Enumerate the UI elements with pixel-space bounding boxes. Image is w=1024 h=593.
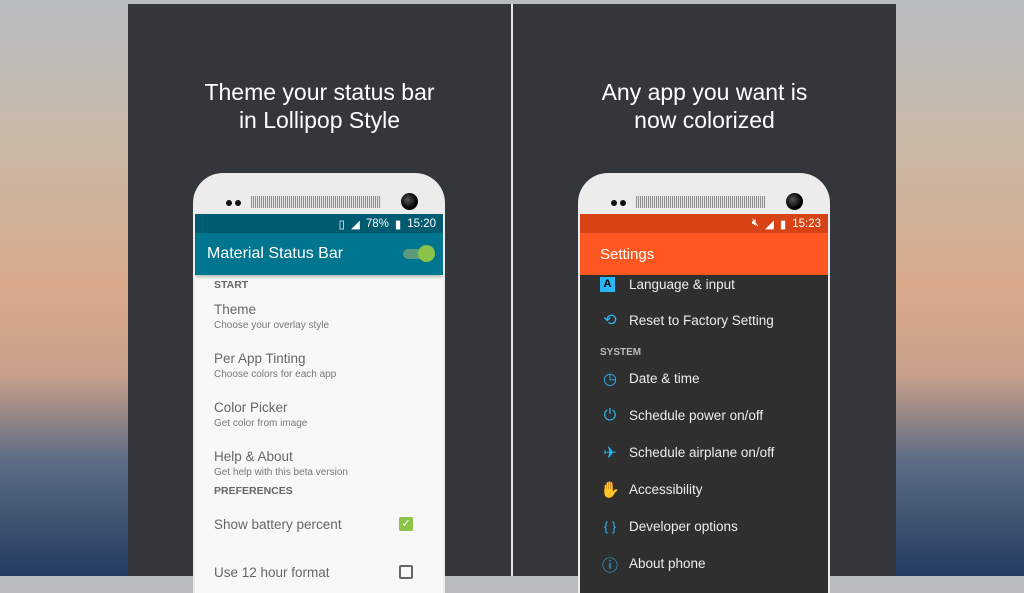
headline-line: now colorized bbox=[634, 107, 775, 133]
pref-label: Use 12 hour format bbox=[214, 564, 330, 580]
item-label: Developer options bbox=[629, 519, 738, 534]
section-header: SYSTEM bbox=[600, 347, 642, 358]
power-schedule-icon: ⏻ bbox=[603, 406, 617, 424]
hand-icon: ✋ bbox=[600, 481, 620, 499]
settings-item-language[interactable]: A Language & input bbox=[580, 273, 828, 295]
item-label: Reset to Factory Setting bbox=[629, 312, 774, 328]
speaker-grille bbox=[251, 196, 381, 208]
item-label: About phone bbox=[629, 556, 706, 571]
status-bar: 🔇︎ ◢ ▮ 15:23 bbox=[580, 214, 828, 233]
vibrate-icon: ▯ bbox=[338, 218, 345, 231]
speaker-grille bbox=[636, 196, 766, 208]
item-title: Help & About bbox=[214, 449, 293, 464]
sensor-dots bbox=[611, 200, 626, 206]
checkbox-checked[interactable]: ✓ bbox=[399, 517, 413, 531]
signal-icon: ◢ bbox=[350, 218, 360, 231]
item-title: Per App Tinting bbox=[214, 351, 306, 366]
master-toggle[interactable] bbox=[403, 245, 435, 262]
section-header: PREFERENCES bbox=[214, 485, 293, 497]
language-icon: A bbox=[600, 276, 615, 292]
section-header: START bbox=[214, 279, 249, 291]
item-title: Theme bbox=[214, 302, 257, 317]
reset-icon: ⟲ bbox=[603, 312, 617, 329]
checkbox-unchecked[interactable] bbox=[399, 565, 413, 579]
camera-icon bbox=[786, 193, 803, 210]
battery-icon: ▮ bbox=[779, 218, 787, 231]
signal-icon: ◢ bbox=[765, 218, 774, 231]
item-label: Schedule power on/off bbox=[629, 408, 764, 423]
battery-icon: ▮ bbox=[394, 218, 402, 231]
sensor-dots bbox=[226, 200, 241, 206]
settings-item-about[interactable]: ⓘ About phone bbox=[580, 545, 828, 582]
settings-item-power[interactable]: ⏻ Schedule power on/off bbox=[580, 397, 828, 434]
left-headline: Theme your status bar in Lollipop Style bbox=[128, 78, 511, 134]
app-title: Settings bbox=[600, 245, 655, 263]
phone-mockup: ▯ ◢ 78% ▮ 15:20 Material Status Bar STAR… bbox=[193, 173, 445, 593]
camera-icon bbox=[401, 193, 418, 210]
mute-icon: 🔇︎ bbox=[751, 217, 760, 229]
phone-mockup: 🔇︎ ◢ ▮ 15:23 Settings A Language & input … bbox=[578, 173, 830, 593]
item-subtitle: Choose your overlay style bbox=[214, 320, 330, 331]
item-subtitle: Choose colors for each app bbox=[214, 369, 337, 380]
pref-show-battery[interactable]: Show battery percent ✓ bbox=[195, 500, 443, 548]
app-toolbar: Settings bbox=[580, 233, 828, 275]
settings-item-date[interactable]: ◷ Date & time bbox=[580, 360, 828, 397]
settings-item-developer[interactable]: { } Developer options bbox=[580, 508, 828, 545]
airplane-icon: ✈ bbox=[603, 444, 617, 462]
item-label: Accessibility bbox=[629, 482, 703, 497]
status-time: 15:20 bbox=[407, 217, 436, 230]
list-item[interactable]: Theme Choose your overlay style bbox=[195, 294, 443, 343]
headline-line: in Lollipop Style bbox=[238, 107, 401, 133]
pref-label: Show battery percent bbox=[214, 516, 342, 532]
left-promo-panel: Theme your status bar in Lollipop Style ▯… bbox=[128, 4, 511, 593]
status-time: 15:23 bbox=[792, 217, 821, 230]
status-bar: ▯ ◢ 78% ▮ 15:20 bbox=[195, 214, 443, 233]
app-toolbar: Material Status Bar bbox=[195, 233, 443, 275]
item-label: Date & time bbox=[629, 371, 700, 386]
info-icon: ⓘ bbox=[601, 557, 618, 575]
app-title: Material Status Bar bbox=[207, 245, 344, 262]
item-subtitle: Get help with this beta version bbox=[214, 467, 348, 478]
phone-screen: ▯ ◢ 78% ▮ 15:20 Material Status Bar STAR… bbox=[195, 214, 443, 593]
item-label: Schedule airplane on/off bbox=[629, 445, 775, 460]
settings-item-airplane[interactable]: ✈ Schedule airplane on/off bbox=[580, 434, 828, 471]
item-title: Color Picker bbox=[214, 400, 288, 415]
braces-icon: { } bbox=[603, 519, 617, 534]
settings-item-reset[interactable]: ⟲ Reset to Factory Setting bbox=[580, 295, 828, 345]
headline-line: Theme your status bar bbox=[204, 79, 435, 105]
list-item[interactable]: Per App Tinting Choose colors for each ap… bbox=[195, 343, 443, 392]
right-headline: Any app you want is now colorized bbox=[513, 78, 896, 134]
settings-item-accessibility[interactable]: ✋ Accessibility bbox=[580, 471, 828, 508]
item-label: Language & input bbox=[629, 276, 735, 292]
list-item[interactable]: Help & About Get help with this beta vers… bbox=[195, 441, 443, 482]
item-subtitle: Get color from image bbox=[214, 418, 308, 429]
clock-icon: ◷ bbox=[603, 370, 617, 388]
battery-percent: 78% bbox=[365, 217, 389, 230]
pref-12-hour[interactable]: Use 12 hour format bbox=[195, 548, 443, 593]
list-item[interactable]: Color Picker Get color from image bbox=[195, 392, 443, 441]
headline-line: Any app you want is bbox=[601, 79, 808, 105]
phone-screen: 🔇︎ ◢ ▮ 15:23 Settings A Language & input … bbox=[580, 214, 828, 593]
right-promo-panel: Any app you want is now colorized 🔇︎ ◢ ▮ … bbox=[513, 4, 896, 593]
